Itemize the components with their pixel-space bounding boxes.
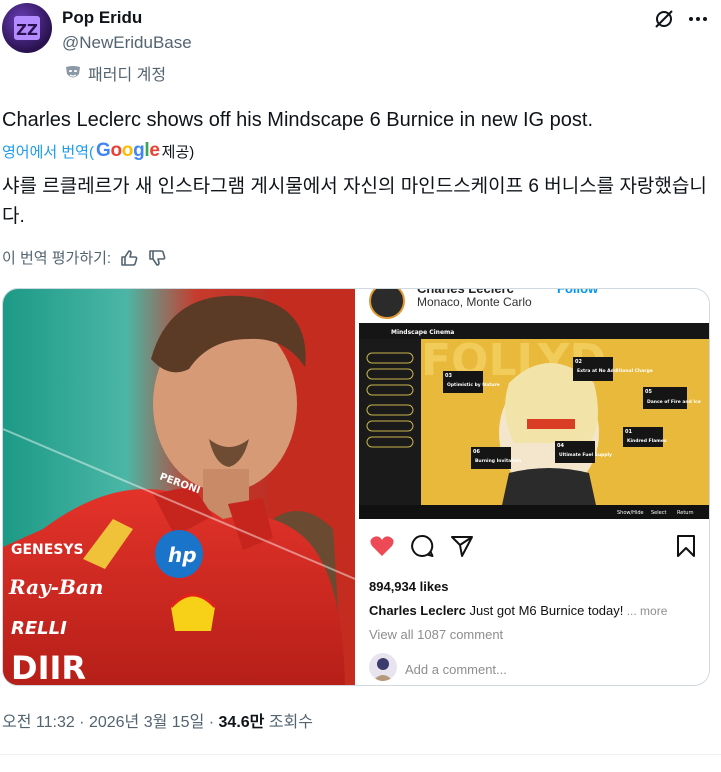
svg-text:Optimistic by Nature: Optimistic by Nature	[447, 382, 500, 388]
svg-text:hp: hp	[168, 543, 197, 567]
ig-location[interactable]: Monaco, Monte Carlo	[417, 295, 532, 309]
svg-text:DIIR: DIIR	[11, 649, 86, 686]
instagram-post: Charles Leclerc Follow Monaco, Monte Car…	[357, 289, 709, 685]
rate-label: 이 번역 평가하기:	[2, 250, 112, 267]
tweet-meta: 오전 11:32 · 2026년 3월 15일 · 34.6만 조회수	[2, 708, 313, 732]
svg-text:Return: Return	[677, 510, 694, 516]
tweet-timestamp[interactable]: 오전 11:32 · 2026년 3월 15일 ·	[2, 714, 219, 731]
author-name[interactable]: Pop Eridu	[62, 8, 142, 28]
svg-text:05: 05	[645, 389, 652, 395]
rate-translation: 이 번역 평가하기:	[2, 247, 167, 268]
translated-text: 샤를 르클레르가 새 인스타그램 게시물에서 자신의 마인드스케이프 6 버니스…	[2, 176, 707, 227]
translate-suffix: 제공)	[161, 143, 195, 161]
parody-mask-icon	[66, 66, 80, 78]
game-screenshot[interactable]: Mindscape Cinema FOLLYD Show/Hide Select…	[359, 323, 709, 519]
parody-badge: 패러디 계정	[64, 61, 166, 85]
svg-text:RELLI: RELLI	[11, 618, 67, 639]
ig-add-comment[interactable]: Add a comment...	[405, 662, 507, 677]
ig-commenter-avatar	[369, 653, 397, 681]
ig-avatar[interactable]	[369, 289, 405, 319]
share-icon[interactable]	[449, 533, 475, 559]
view-count: 34.6만	[218, 714, 265, 731]
ig-follow-button[interactable]: Follow	[557, 289, 598, 296]
more-icon[interactable]	[687, 8, 709, 30]
svg-text:03: 03	[445, 373, 452, 379]
views-label: 조회수	[264, 714, 313, 731]
ig-actions	[369, 533, 475, 559]
translate-link[interactable]: 영어에서 번역(	[2, 141, 94, 162]
divider	[0, 754, 721, 755]
top-actions	[653, 8, 709, 30]
translation-credit: 영어에서 번역( Google 제공)	[2, 140, 194, 162]
author-avatar[interactable]: ZZ	[2, 3, 52, 53]
ig-caption: Charles Leclerc Just got M6 Burnice toda…	[369, 603, 667, 618]
thumbs-down-icon[interactable]	[147, 248, 167, 268]
ig-likes[interactable]: 894,934 likes	[369, 579, 449, 594]
svg-text:ZZ: ZZ	[16, 21, 38, 39]
ig-caption-user[interactable]: Charles Leclerc	[369, 603, 466, 618]
svg-text:Select: Select	[651, 510, 666, 516]
ig-view-comments[interactable]: View all 1087 comment	[369, 627, 503, 642]
bookmark-icon[interactable]	[673, 533, 699, 559]
svg-text:Burning Invitation: Burning Invitation	[475, 458, 521, 464]
svg-text:Dance of Fire and Ice: Dance of Fire and Ice	[647, 399, 701, 405]
ig-save	[673, 533, 699, 564]
svg-text:Extra at No Additional Charge: Extra at No Additional Charge	[577, 368, 653, 374]
heart-icon[interactable]	[369, 533, 395, 559]
media-card[interactable]: PERONI hp GENESYS Ray-Ban RELLI DIIR Cha…	[2, 288, 710, 686]
svg-text:01: 01	[625, 429, 632, 435]
svg-text:02: 02	[575, 359, 582, 365]
svg-text:04: 04	[557, 443, 564, 449]
author-handle[interactable]: @NewEriduBase	[62, 33, 192, 53]
google-logo: Google	[95, 140, 160, 161]
avatar-logo: ZZ	[14, 16, 40, 40]
svg-text:06: 06	[473, 449, 480, 455]
svg-text:Ultimate Fuel Supply: Ultimate Fuel Supply	[559, 452, 612, 458]
svg-text:Ray-Ban: Ray-Ban	[8, 575, 103, 599]
grok-icon[interactable]	[653, 8, 675, 30]
comment-icon[interactable]	[409, 533, 435, 559]
ig-caption-text: Just got M6 Burnice today!	[465, 603, 624, 618]
tweet-text: Charles Leclerc shows off his Mindscape …	[2, 109, 594, 131]
svg-text:Kindred Flames: Kindred Flames	[627, 438, 667, 444]
leclerc-photo[interactable]: PERONI hp GENESYS Ray-Ban RELLI DIIR	[3, 289, 355, 686]
svg-text:GENESYS: GENESYS	[11, 542, 84, 558]
svg-text:Show/Hide: Show/Hide	[617, 510, 644, 516]
ig-caption-more[interactable]: ... more	[623, 604, 668, 618]
parody-label: 패러디 계정	[88, 67, 167, 84]
thumbs-up-icon[interactable]	[119, 248, 139, 268]
